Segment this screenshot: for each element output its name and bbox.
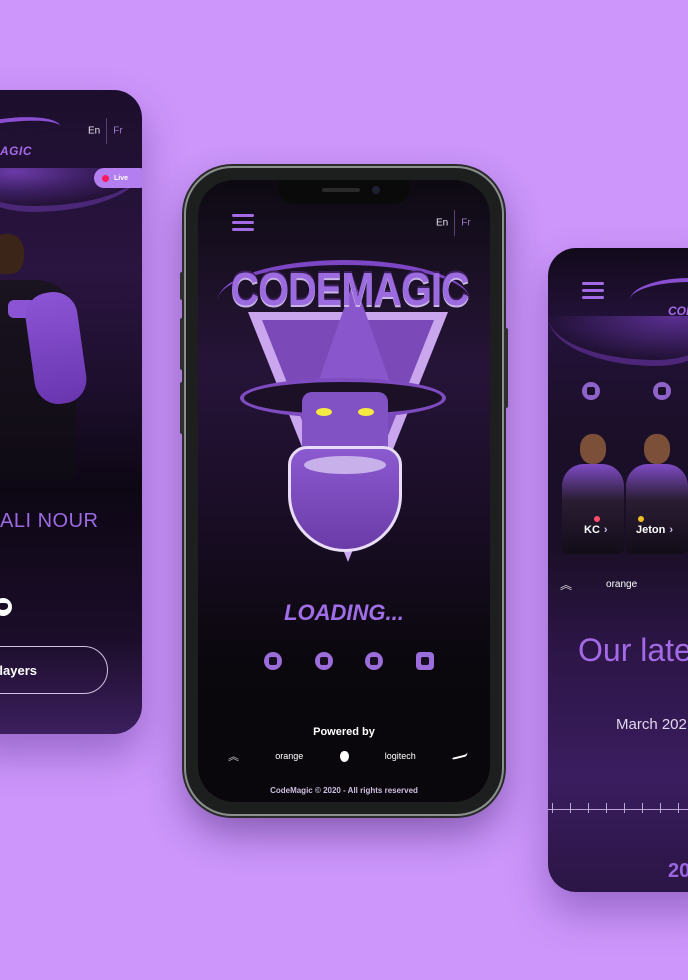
header-band <box>548 316 688 366</box>
discord-icon[interactable] <box>415 652 434 670</box>
live-label: Live <box>114 174 129 182</box>
player-head <box>580 434 606 464</box>
loading-text: LOADING... <box>284 600 404 625</box>
logo-title: CODEMAGIC <box>230 263 469 315</box>
lang-fr-link[interactable]: Fr <box>113 126 122 137</box>
social-links <box>264 652 434 670</box>
chevron-right-icon: › <box>603 524 608 536</box>
powered-by-label: Powered by <box>313 726 375 738</box>
front-camera <box>372 186 380 194</box>
player-name-kc: KC <box>584 524 600 536</box>
wizard-mustache <box>304 456 386 474</box>
language-switcher: En Fr <box>88 118 123 144</box>
logo-text: AGIC <box>0 144 32 158</box>
nike-icon[interactable] <box>451 752 469 760</box>
player-head <box>0 234 24 274</box>
player-body <box>626 464 688 554</box>
chevron-up-icon[interactable]: ︽ <box>228 748 239 764</box>
codemagic-logo: CODEMAGIC <box>212 260 476 590</box>
player-card-name: Jeton › <box>636 524 673 536</box>
chevron-up-icon[interactable]: ︽ <box>560 576 572 593</box>
youtube-icon[interactable] <box>264 652 282 670</box>
timeline-ruler[interactable] <box>548 796 688 813</box>
wizard-right-eye <box>358 408 374 416</box>
sponsor-row: ︽ orange <box>560 576 688 593</box>
twitter-icon[interactable] <box>365 652 384 670</box>
player-body <box>562 464 624 554</box>
sponsor-logitech[interactable]: logitech <box>385 751 416 761</box>
news-date: March 202 <box>616 716 687 733</box>
timeline-year: 20 <box>668 860 688 882</box>
showcase-canvas: AGIC En Fr Live ALI NOUR Players <box>0 0 688 980</box>
lang-en-link[interactable]: En <box>88 126 100 137</box>
player-photo <box>0 230 90 520</box>
player-card[interactable]: KC › <box>558 434 628 554</box>
volume-up-button <box>180 318 184 370</box>
wizard-left-eye <box>316 408 332 416</box>
discord-icon[interactable] <box>0 598 12 616</box>
sponsor-orange[interactable]: orange <box>275 751 303 761</box>
live-dot-icon <box>102 174 109 182</box>
center-phone-screen: En Fr CODEMAGIC LOADING... Powered by ︽ … <box>198 180 490 802</box>
instagram-icon[interactable] <box>314 652 333 670</box>
phone-notch <box>278 180 410 204</box>
section-heading: Our late <box>578 632 688 668</box>
logo-swoosh <box>0 112 61 138</box>
lang-separator <box>454 210 456 236</box>
youtube-icon[interactable] <box>582 382 600 400</box>
chevron-right-icon: › <box>669 524 674 536</box>
lang-fr-link[interactable]: Fr <box>461 218 470 229</box>
speaker-grille <box>322 188 360 192</box>
logo-swoosh <box>630 278 688 300</box>
mute-switch <box>180 272 184 300</box>
live-badge[interactable]: Live <box>94 168 142 188</box>
left-phone-screen: AGIC En Fr Live ALI NOUR Players <box>0 90 142 734</box>
player-name-jeton: Jeton <box>636 524 666 536</box>
right-phone-screen: CODE KC› Jeton› ︽ orange Our late March … <box>548 248 688 892</box>
hamburger-menu-icon[interactable] <box>232 214 254 235</box>
hamburger-menu-icon[interactable] <box>582 282 604 303</box>
volume-down-button <box>180 382 184 434</box>
player-head <box>644 434 670 464</box>
flag-icon <box>594 516 600 522</box>
language-switcher: En Fr <box>436 210 471 236</box>
lang-separator <box>106 118 108 144</box>
player-card-name: KC › <box>584 524 608 536</box>
player-name: ALI NOUR <box>0 510 99 532</box>
apple-icon[interactable] <box>339 750 349 762</box>
instagram-icon[interactable] <box>653 382 671 400</box>
player-card[interactable]: Jeton › <box>622 434 688 554</box>
sponsor-orange[interactable]: orange <box>606 579 637 590</box>
copyright-text: CodeMagic © 2020 - All rights reserved <box>270 786 418 795</box>
power-button <box>504 328 508 408</box>
flag-icon <box>638 516 644 522</box>
center-phone: En Fr CODEMAGIC LOADING... Powered by ︽ … <box>180 168 508 814</box>
lang-en-link[interactable]: En <box>436 218 448 229</box>
players-button[interactable]: Players <box>0 646 108 694</box>
sponsor-row: ︽ orange logitech <box>228 748 469 764</box>
